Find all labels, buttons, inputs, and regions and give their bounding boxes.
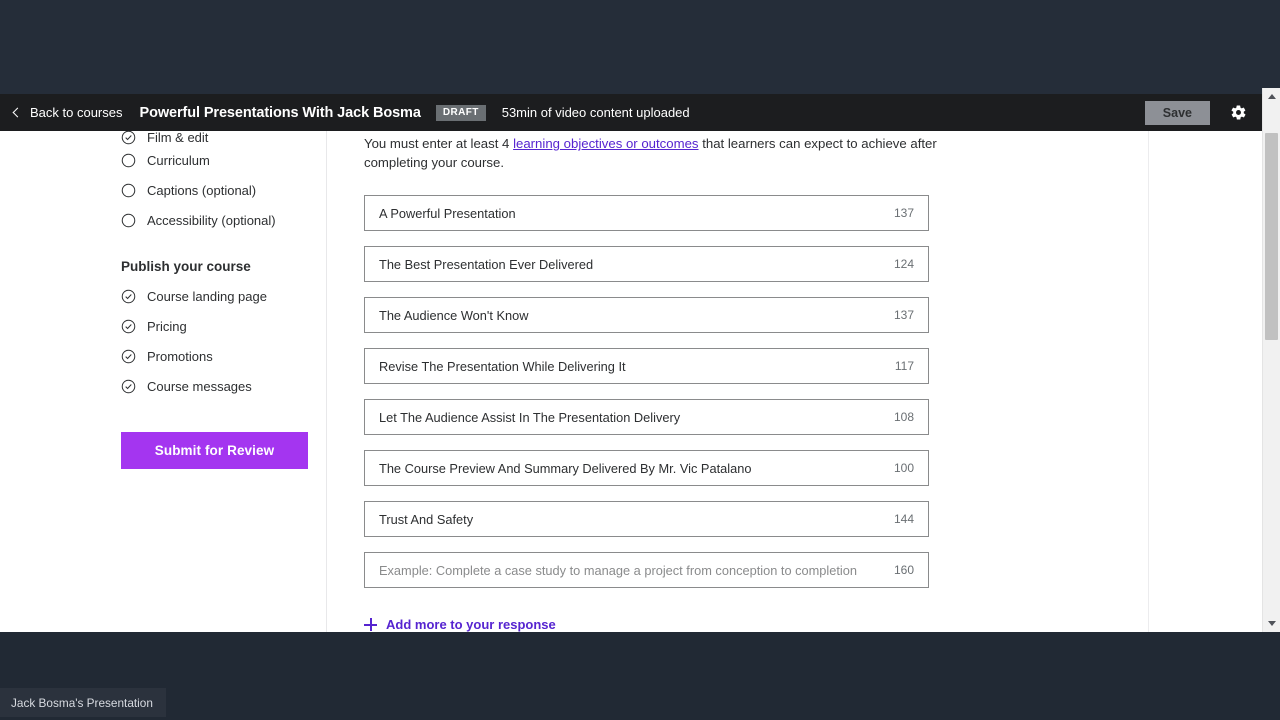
course-steps-sidebar: Film & edit Curriculum Captions (optiona… <box>0 131 326 632</box>
char-counter: 117 <box>894 359 914 373</box>
sidebar-item-label: Captions (optional) <box>147 182 257 198</box>
char-counter: 160 <box>893 563 914 577</box>
instructions-text: You must enter at least 4 learning objec… <box>364 131 994 172</box>
sidebar-item-film-edit[interactable]: Film & edit <box>121 131 326 145</box>
scroll-up-icon[interactable] <box>1263 88 1280 105</box>
sidebar-item-pricing[interactable]: Pricing <box>121 311 326 341</box>
objective-field[interactable]: Trust And Safety 144 <box>364 501 929 537</box>
sidebar-item-captions[interactable]: Captions (optional) <box>121 175 326 205</box>
sidebar-item-label: Promotions <box>147 348 213 364</box>
sidebar-group-heading: Publish your course <box>121 259 251 274</box>
screen: Back to courses Powerful Presentations W… <box>0 0 1280 720</box>
desktop-backdrop-bottom <box>0 632 1280 720</box>
check-circle-icon <box>121 379 136 394</box>
back-to-courses-label: Back to courses <box>30 105 123 120</box>
objective-placeholder: Example: Complete a case study to manage… <box>379 562 858 578</box>
objective-value: Trust And Safety <box>379 511 474 527</box>
char-counter: 100 <box>893 461 914 475</box>
char-counter: 137 <box>893 308 914 322</box>
page-title: Powerful Presentations With Jack Bosma <box>139 104 421 121</box>
objective-field[interactable]: The Course Preview And Summary Delivered… <box>364 450 929 486</box>
chevron-left-icon <box>12 107 23 117</box>
char-counter: 144 <box>893 512 914 526</box>
objective-field[interactable]: Let The Audience Assist In The Presentat… <box>364 399 929 435</box>
vertical-scrollbar[interactable] <box>1262 88 1280 632</box>
sidebar-item-accessibility[interactable]: Accessibility (optional) <box>121 205 326 235</box>
check-circle-icon <box>121 131 136 145</box>
learning-objectives-link[interactable]: learning objectives or outcomes <box>513 136 698 151</box>
objectives-list: A Powerful Presentation 137 The Best Pre… <box>364 195 1148 588</box>
taskbar-window-label: Jack Bosma's Presentation <box>11 695 153 710</box>
objective-value: A Powerful Presentation <box>379 205 516 221</box>
objective-value: Let The Audience Assist In The Presentat… <box>379 409 681 425</box>
sidebar-item-label: Curriculum <box>147 152 210 168</box>
objective-field[interactable]: The Best Presentation Ever Delivered 124 <box>364 246 929 282</box>
objective-field[interactable]: The Audience Won't Know 137 <box>364 297 929 333</box>
objective-value: The Audience Won't Know <box>379 307 529 323</box>
sidebar-item-label: Course messages <box>147 378 252 394</box>
objective-value: Revise The Presentation While Delivering… <box>379 358 626 374</box>
desktop-backdrop-top <box>0 0 1280 94</box>
plus-icon <box>364 618 377 631</box>
sidebar-item-label: Accessibility (optional) <box>147 212 276 228</box>
taskbar-window-button[interactable]: Jack Bosma's Presentation <box>0 688 166 717</box>
instructions-prefix: You must enter at least 4 <box>364 136 514 151</box>
back-to-courses-link[interactable]: Back to courses <box>12 105 123 120</box>
empty-circle-icon <box>121 153 136 168</box>
objective-field-empty[interactable]: Example: Complete a case study to manage… <box>364 552 929 588</box>
empty-circle-icon <box>121 183 136 198</box>
main-content: You must enter at least 4 learning objec… <box>327 131 1148 632</box>
sidebar-item-promotions[interactable]: Promotions <box>121 341 326 371</box>
sidebar-item-course-landing-page[interactable]: Course landing page <box>121 281 326 311</box>
empty-circle-icon <box>121 213 136 228</box>
status-badge: DRAFT <box>435 104 486 121</box>
objective-value: The Best Presentation Ever Delivered <box>379 256 594 272</box>
sidebar-item-label: Film & edit <box>147 131 209 145</box>
sidebar-item-label: Pricing <box>147 318 187 334</box>
objective-value: The Course Preview And Summary Delivered… <box>379 460 752 476</box>
objective-field[interactable]: Revise The Presentation While Delivering… <box>364 348 929 384</box>
app-header: Back to courses Powerful Presentations W… <box>0 94 1262 131</box>
content-right-divider <box>1148 131 1149 632</box>
video-upload-status: 53min of video content uploaded <box>501 105 690 120</box>
add-more-label: Add more to your response <box>386 617 556 632</box>
gear-icon[interactable] <box>1224 99 1252 127</box>
check-circle-icon <box>121 349 136 364</box>
triangle-up-icon <box>1267 94 1276 99</box>
scroll-down-icon[interactable] <box>1263 615 1280 632</box>
char-counter: 108 <box>893 410 914 424</box>
submit-for-review-button[interactable]: Submit for Review <box>121 432 308 469</box>
char-counter: 137 <box>893 206 914 220</box>
scrollbar-thumb[interactable] <box>1265 133 1278 340</box>
char-counter: 124 <box>893 257 914 271</box>
sidebar-item-curriculum[interactable]: Curriculum <box>121 145 326 175</box>
triangle-down-icon <box>1267 621 1276 626</box>
add-more-response-button[interactable]: Add more to your response <box>364 617 556 632</box>
sidebar-item-course-messages[interactable]: Course messages <box>121 371 326 401</box>
browser-canvas: Film & edit Curriculum Captions (optiona… <box>0 131 1262 632</box>
check-circle-icon <box>121 289 136 304</box>
save-button[interactable]: Save <box>1144 100 1210 125</box>
sidebar-item-label: Course landing page <box>147 288 267 304</box>
objective-field[interactable]: A Powerful Presentation 137 <box>364 195 929 231</box>
check-circle-icon <box>121 319 136 334</box>
